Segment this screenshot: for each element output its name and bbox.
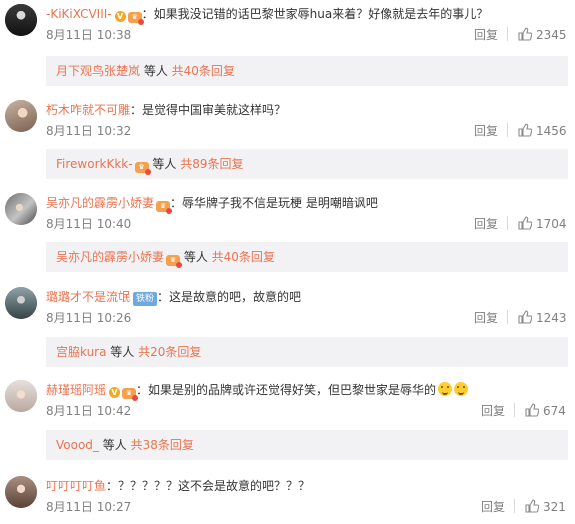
avatar[interactable] [5, 287, 37, 319]
sub-reply-users[interactable]: Voood_ [56, 438, 99, 452]
vip-v-icon: V [114, 11, 126, 22]
comment-item: 叮叮叮叮鱼：？？？？？这不会是故意的吧？？？ 8月11日 10:27 回复 32… [0, 472, 575, 524]
sub-reply-users[interactable]: 宫脇kura [56, 345, 106, 359]
sub-reply-count[interactable]: 共20条回复 [138, 345, 201, 359]
sub-reply-count[interactable]: 共89条回复 [180, 157, 243, 171]
comment-item: 吴亦凡的霹雳小娇妻 ♛ ：辱华牌子我不信是玩梗 是明嘲暗讽吧 8月11日 10:40… [0, 189, 575, 279]
username-link[interactable]: 吴亦凡的霹雳小娇妻 [46, 196, 154, 210]
comment-header: 吴亦凡的霹雳小娇妻 ♛ ：辱华牌子我不信是玩梗 是明嘲暗讽吧 [46, 194, 378, 214]
sub-reply-suffix: 等人 [106, 345, 139, 359]
sub-replies-box[interactable]: 吴亦凡的霹雳小娇妻 ♛ 等人 共40条回复 [46, 242, 568, 272]
comment-text: ：辱华牌子我不信是玩梗 是明嘲暗讽吧 [170, 196, 378, 210]
like-count: 321 [543, 500, 566, 514]
comment-list: -KiKiXCVIII- V ♛ ：如果我没记错的话巴黎世家辱hua来着？好像就是去年… [0, 0, 575, 524]
username-link[interactable]: -KiKiXCVIII- [46, 7, 112, 21]
thumbs-up-icon [518, 310, 532, 324]
like-button[interactable]: 321 [525, 498, 566, 516]
like-count: 1456 [536, 124, 567, 138]
sub-reply-suffix: 等人 [98, 438, 131, 452]
thumbs-up-icon [518, 123, 532, 137]
reply-button[interactable]: 回复 [474, 216, 498, 232]
comment-text: ：这是故意的吧，故意的吧 [157, 290, 302, 304]
comment-time: 8月11日 10:38 [46, 28, 132, 42]
comment-time: 8月11日 10:27 [46, 500, 132, 514]
reply-button[interactable]: 回复 [481, 499, 505, 515]
sub-reply-users[interactable]: 月下观鸟张楚岚 [56, 64, 140, 78]
like-count: 674 [543, 404, 566, 418]
like-button[interactable]: 1243 [518, 309, 567, 327]
comment-item: 璐璐才不是流氓 铁粉 ：这是故意的吧，故意的吧 8月11日 10:26 回复 124… [0, 283, 575, 373]
like-button[interactable]: 674 [525, 402, 566, 420]
comment-header: 璐璐才不是流氓 铁粉 ：这是故意的吧，故意的吧 [46, 288, 301, 306]
member-crown-icon: ♛ [122, 388, 139, 401]
reply-button[interactable]: 回复 [474, 27, 498, 43]
sub-replies-box[interactable]: FireworkKkk- ♛ 等人 共89条回复 [46, 149, 568, 179]
reply-button[interactable]: 回复 [481, 403, 505, 419]
username-link[interactable]: 璐璐才不是流氓 [46, 290, 130, 304]
like-button[interactable]: 1704 [518, 215, 567, 233]
like-count: 1704 [536, 217, 567, 231]
divider [514, 403, 515, 417]
divider [507, 310, 508, 324]
reply-button[interactable]: 回复 [474, 123, 498, 139]
comment-time: 8月11日 10:26 [46, 311, 132, 325]
comment-text: ：是觉得中国审美就这样吗？ [130, 103, 287, 117]
comment-header: 朽木咋就不可雕：是觉得中国审美就这样吗？ [46, 101, 286, 119]
member-crown-icon: ♛ [166, 255, 183, 268]
member-crown-icon: ♛ [134, 162, 151, 175]
username-link[interactable]: 朽木咋就不可雕 [46, 103, 130, 117]
sub-reply-count[interactable]: 共40条回复 [212, 250, 275, 264]
comment-text: ：？？？？？这不会是故意的吧？？？ [106, 479, 311, 493]
sub-reply-users[interactable]: 吴亦凡的霹雳小娇妻 [56, 250, 164, 264]
sub-reply-suffix: 等人 [180, 250, 212, 264]
comment-item: -KiKiXCVIII- V ♛ ：如果我没记错的话巴黎世家辱hua来着？好像就是去年… [0, 0, 575, 90]
like-button[interactable]: 2345 [518, 26, 567, 44]
divider [514, 499, 515, 513]
comment-item: 赫瑾瑶阿瑶 V ♛ ：如果是别的品牌或许还觉得好笑，但巴黎世家是辱华的 8月11日 1… [0, 376, 575, 466]
fan-badge: 铁粉 [133, 292, 158, 306]
comment-text: ：如果是别的品牌或许还觉得好笑，但巴黎世家是辱华的 [136, 383, 437, 397]
sub-reply-users[interactable]: FireworkKkk- [56, 157, 133, 171]
thumbs-up-icon [525, 403, 539, 417]
comment-time: 8月11日 10:40 [46, 217, 132, 231]
like-count: 1243 [536, 311, 567, 325]
comment-text: ：如果我没记错的话巴黎世家辱hua来着？好像就是去年的事儿？ [141, 7, 489, 21]
laugh-emoji-icon [454, 382, 469, 396]
reply-button[interactable]: 回复 [474, 310, 498, 326]
like-button[interactable]: 1456 [518, 122, 567, 140]
avatar[interactable] [5, 4, 37, 36]
comment-time: 8月11日 10:32 [46, 124, 132, 138]
divider [507, 27, 508, 41]
like-count: 2345 [536, 28, 567, 42]
username-link[interactable]: 赫瑾瑶阿瑶 [46, 383, 106, 397]
avatar[interactable] [5, 100, 37, 132]
laugh-emoji-icon [438, 382, 453, 396]
sub-replies-box[interactable]: 宫脇kura 等人 共20条回复 [46, 337, 568, 367]
member-crown-icon: ♛ [156, 201, 173, 214]
avatar[interactable] [5, 380, 37, 412]
thumbs-up-icon [518, 216, 532, 230]
comment-header: -KiKiXCVIII- V ♛ ：如果我没记错的话巴黎世家辱hua来着？好像就是去年… [46, 5, 489, 25]
member-crown-icon: ♛ [127, 12, 144, 25]
avatar[interactable] [5, 193, 37, 225]
thumbs-up-icon [518, 27, 532, 41]
sub-replies-box[interactable]: 月下观鸟张楚岚 等人 共40条回复 [46, 56, 568, 86]
sub-reply-count[interactable]: 共40条回复 [172, 64, 235, 78]
comment-time: 8月11日 10:42 [46, 404, 132, 418]
sub-reply-suffix: 等人 [140, 64, 172, 78]
username-link[interactable]: 叮叮叮叮鱼 [46, 479, 106, 493]
sub-replies-box[interactable]: Voood_ 等人 共38条回复 [46, 430, 568, 460]
sub-reply-suffix: 等人 [148, 157, 181, 171]
avatar[interactable] [5, 476, 37, 508]
divider [507, 216, 508, 230]
sub-reply-count[interactable]: 共38条回复 [131, 438, 194, 452]
comment-header: 赫瑾瑶阿瑶 V ♛ ：如果是别的品牌或许还觉得好笑，但巴黎世家是辱华的 [46, 381, 469, 401]
comment-header: 叮叮叮叮鱼：？？？？？这不会是故意的吧？？？ [46, 477, 310, 495]
thumbs-up-icon [525, 499, 539, 513]
comment-item: 朽木咋就不可雕：是觉得中国审美就这样吗？ 8月11日 10:32 回复 1456… [0, 96, 575, 186]
vip-v-icon: V [109, 387, 121, 398]
divider [507, 123, 508, 137]
